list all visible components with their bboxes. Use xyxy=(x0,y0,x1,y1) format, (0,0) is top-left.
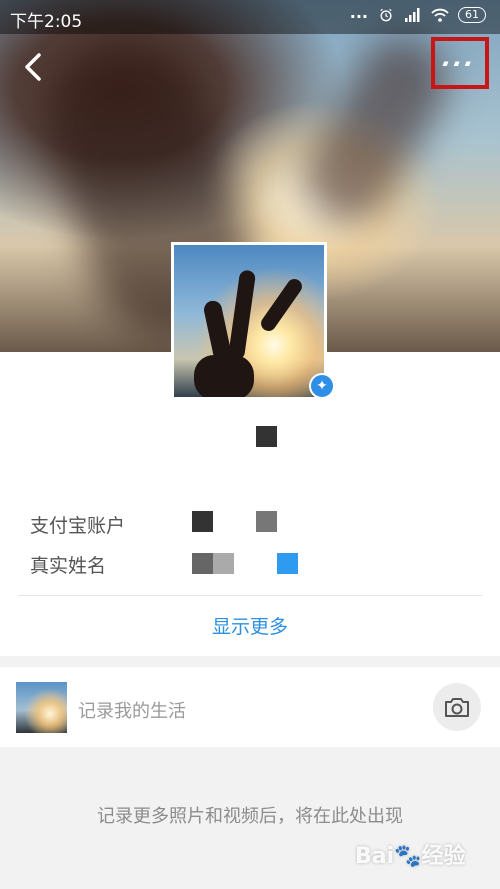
life-title: 记录我的生活 xyxy=(78,701,186,722)
back-button[interactable] xyxy=(18,50,50,84)
life-thumbnail xyxy=(16,682,67,733)
avatar-photo-detail xyxy=(258,276,305,334)
camera-icon xyxy=(445,698,469,717)
avatar-photo-detail xyxy=(227,269,257,361)
divider xyxy=(18,595,482,596)
wifi-icon xyxy=(431,8,449,22)
more-horizontal-icon: ... xyxy=(438,44,482,72)
field-label-real-name: 真实姓名 xyxy=(30,555,107,577)
alarm-icon xyxy=(380,8,392,22)
account-mosaic xyxy=(256,511,277,532)
empty-state-text: 记录更多照片和视频后，将在此处出现 xyxy=(97,806,403,827)
notification-dots: ... xyxy=(349,2,368,22)
camera-button[interactable] xyxy=(433,683,481,731)
status-bar: 下午2:05 ... 61 xyxy=(0,0,500,34)
avatar[interactable] xyxy=(171,242,327,400)
verified-mosaic xyxy=(277,553,298,574)
show-more-link[interactable]: 显示更多 xyxy=(0,612,500,639)
realname-mosaic xyxy=(213,553,234,574)
account-mosaic xyxy=(192,511,213,532)
field-label-alipay-account: 支付宝账户 xyxy=(30,515,126,537)
status-icons: ... 61 xyxy=(350,3,486,23)
avatar-photo-detail xyxy=(194,355,254,397)
realname-mosaic xyxy=(192,553,213,574)
signal-icon xyxy=(405,8,420,22)
life-post-bar[interactable]: 记录我的生活 xyxy=(0,667,500,747)
more-options-button[interactable]: ... xyxy=(431,37,489,89)
watermark-logo: Bai🐾经验 xyxy=(355,844,466,869)
chevron-left-icon xyxy=(25,53,41,81)
status-time: 下午2:05 xyxy=(10,12,83,32)
sparkle-badge-icon: ✦ xyxy=(309,373,335,399)
battery-indicator: 61 xyxy=(458,7,486,23)
name-mosaic xyxy=(256,426,277,447)
